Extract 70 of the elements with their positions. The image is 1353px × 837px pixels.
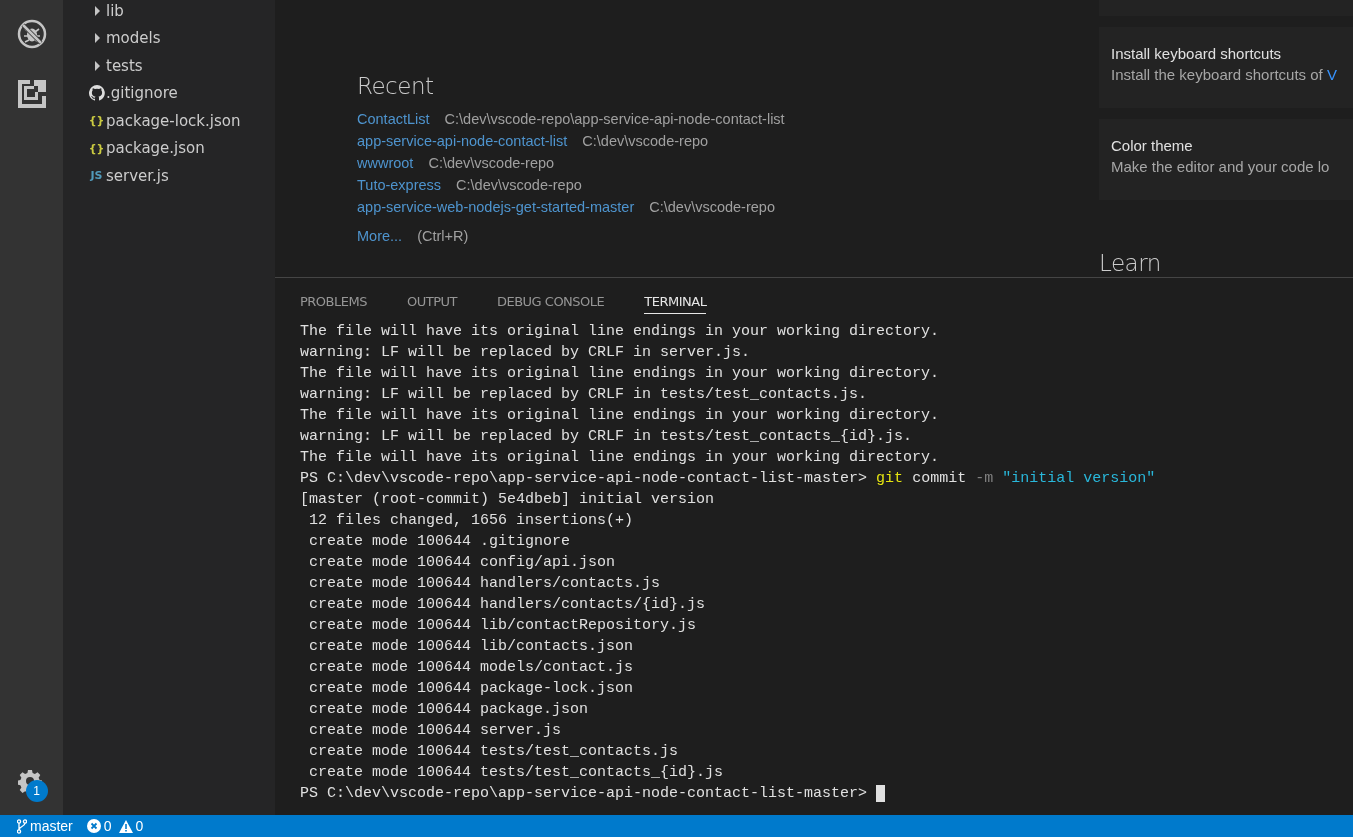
notification-badge: 1 — [25, 780, 48, 802]
terminal-line: create mode 100644 config/api.json — [308, 553, 616, 573]
terminal-line: warning: LF will be replaced by CRLF in server.js. — [300, 343, 751, 363]
terminal-line: 12 files changed, 1656 insertions(+) — [308, 511, 634, 531]
warning-count[interactable]: 0 — [135, 818, 144, 834]
warning-icon — [118, 819, 133, 833]
terminal-line: create mode 100644 package-lock.json — [308, 679, 634, 699]
terminal-line: create mode 100644 server.js — [308, 721, 562, 741]
branch-icon — [17, 818, 27, 834]
chevron-icon — [92, 60, 101, 71]
terminal-line: create mode 100644 lib/contacts.json — [308, 637, 634, 657]
folder-path: C:\dev\vscode-repo — [649, 198, 775, 217]
terminal-line: warning: LF will be replaced by CRLF in tests/test_contacts_{id}.js. — [300, 427, 913, 447]
welcome-card[interactable]: Install keyboard shortcuts Install the keyboard shortcuts of V — [1099, 27, 1353, 108]
terminal-line: create mode 100644 models/contact.js — [308, 658, 634, 678]
folder-path: C:\dev\vscode-repo\app-service-api-node-contact-list — [444, 110, 785, 129]
terminal-line: [master (root-commit) 5e4dbeb] initial version — [300, 490, 715, 510]
card-description: Make the editor and your code lo — [1111, 158, 1331, 175]
panel-tab[interactable]: TERMINAL — [644, 291, 707, 314]
panel-tab[interactable]: OUTPUT — [406, 291, 457, 314]
error-icon — [86, 819, 101, 833]
chevron-icon — [92, 5, 101, 16]
terminal-line: warning: LF will be replaced by CRLF in tests/test_contacts.js. — [300, 385, 868, 405]
file-item[interactable]: {}package-lock.json — [63, 107, 275, 135]
extensions-icon[interactable] — [17, 80, 46, 108]
js-file-icon: JS — [90, 169, 103, 183]
terminal-line: The file will have its original line endings in your working directory. — [300, 322, 940, 342]
folder-path: C:\dev\vscode-repo — [428, 154, 555, 173]
chevron-icon — [92, 33, 101, 44]
terminal-line: PS C:\dev\vscode-repo\app-service-api-node-contact-list-master> git commit -m "initial version" — [300, 469, 1156, 489]
terminal-line: The file will have its original line endings in your working directory. — [300, 448, 940, 468]
terminal-line: create mode 100644 .gitignore — [308, 532, 571, 552]
card-title: Install keyboard shortcuts — [1111, 45, 1283, 62]
github-icon — [88, 85, 105, 102]
terminal-line: create mode 100644 lib/contactRepository.js — [308, 616, 697, 636]
recent-folder-link[interactable]: Tuto-express — [357, 174, 442, 196]
recent-folder-link[interactable]: wwwroot — [357, 152, 414, 174]
folder-path: C:\dev\vscode-repo — [456, 176, 582, 195]
file-item[interactable]: JS server.js — [63, 162, 275, 190]
file-item[interactable]: {}package.json — [63, 134, 275, 162]
terminal-line: create mode 100644 tests/test_contacts.js — [308, 742, 679, 762]
terminal-line: create mode 100644 package.json — [308, 700, 589, 720]
card-description: Install the keyboard shortcuts of V — [1111, 66, 1338, 83]
folder-item[interactable]: models — [63, 24, 275, 52]
terminal-line: The file will have its original line endings in your working directory. — [300, 364, 940, 384]
section-heading: Learn — [1099, 250, 1162, 276]
terminal-line: create mode 100644 handlers/contacts.js — [308, 574, 661, 594]
folder-item[interactable]: lib — [63, 0, 275, 25]
panel-tab[interactable]: PROBLEMS — [300, 291, 367, 314]
terminal-line: PS C:\dev\vscode-repo\app-service-api-node-contact-list-master> — [300, 784, 868, 804]
branch-name[interactable]: master — [30, 818, 73, 834]
debug-icon[interactable] — [15, 18, 48, 50]
terminal-line: The file will have its original line endings in your working directory. — [300, 406, 940, 426]
welcome-card[interactable]: Color theme Make the editor and your code lo — [1099, 119, 1353, 200]
terminal-line: create mode 100644 tests/test_contacts_{id}.js — [308, 763, 724, 783]
panel-tab[interactable]: DEBUG CONSOLE — [496, 291, 605, 314]
section-heading: Recent — [357, 73, 435, 99]
terminal-line: create mode 100644 handlers/contacts/{id}.js — [308, 595, 706, 615]
folder-path: C:\dev\vscode-repo — [582, 132, 709, 151]
folder-item[interactable]: tests — [63, 52, 275, 80]
shortcut-hint: (Ctrl+R) — [417, 227, 469, 246]
recent-folder-link[interactable]: ContactList — [357, 108, 430, 130]
more-link[interactable]: More... — [357, 225, 403, 247]
file-item[interactable]: .gitignore — [63, 79, 275, 107]
braces-icon: {} — [88, 141, 105, 155]
error-count[interactable]: 0 — [103, 818, 112, 834]
braces-icon: {} — [88, 114, 105, 128]
recent-folder-link[interactable]: app-service-api-node-contact-list — [357, 130, 568, 152]
recent-folder-link[interactable]: app-service-web-nodejs-get-started-master — [357, 196, 635, 218]
card-title: Color theme — [1111, 137, 1194, 154]
